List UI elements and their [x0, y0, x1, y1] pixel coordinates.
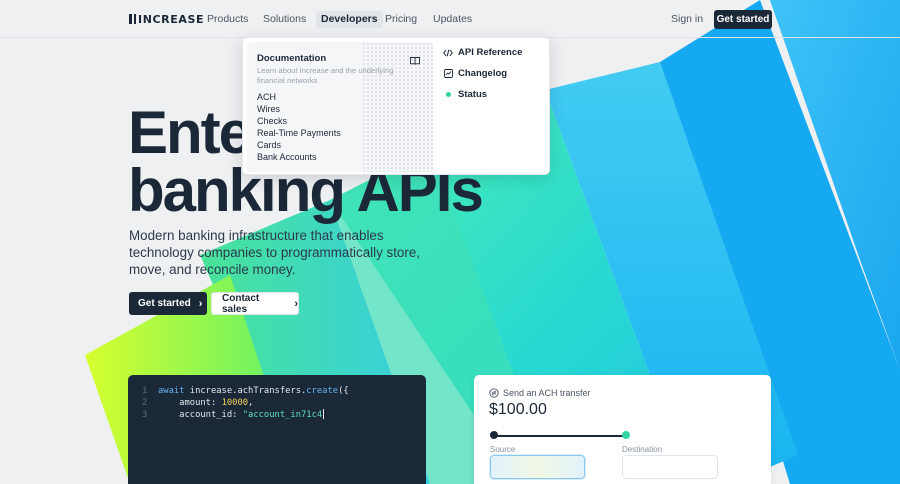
brand-logo[interactable]: INCREASE	[129, 12, 205, 26]
code-line: 3 account_id: "account_in71c4	[142, 409, 426, 421]
code-line: 1 await increase.achTransfers. create ({	[142, 385, 426, 397]
destination-label: Destination	[622, 445, 663, 454]
get-started-button[interactable]: Get started ›	[129, 292, 207, 315]
nav-item-solutions[interactable]: Solutions	[258, 11, 311, 28]
api-reference-link[interactable]: API Reference	[443, 47, 522, 58]
destination-account-field[interactable]	[622, 455, 718, 479]
code-punct: ,	[248, 398, 254, 408]
doc-link-cards[interactable]: Cards	[257, 139, 341, 151]
doc-link-real-time-payments[interactable]: Real-Time Payments	[257, 127, 341, 139]
sign-in-link[interactable]: Sign in	[671, 13, 703, 25]
doc-link-wires[interactable]: Wires	[257, 103, 341, 115]
status-link[interactable]: Status	[443, 89, 487, 100]
nav-get-started-button[interactable]: Get started	[714, 10, 772, 29]
chevron-right-icon: ›	[198, 297, 203, 310]
documentation-panel[interactable]: Documentation Learn about Increase and t…	[247, 42, 433, 172]
line-number: 2	[142, 398, 148, 408]
doc-link-ach[interactable]: ACH	[257, 91, 341, 103]
text-cursor	[323, 409, 325, 419]
destination-node	[622, 431, 630, 439]
changelog-icon	[443, 69, 453, 79]
nav-item-products[interactable]: Products	[202, 11, 253, 28]
get-started-label: Get started	[138, 298, 191, 309]
status-dot-icon	[446, 92, 451, 97]
changelog-link[interactable]: Changelog	[443, 68, 507, 79]
source-label: Source	[490, 445, 516, 454]
logo-text: INCREASE	[138, 12, 205, 26]
code-line: 2 amount: 10000 ,	[142, 397, 426, 409]
ach-transfer-card: Send an ACH transfer $100.00 Source Dest…	[474, 375, 771, 484]
doc-link-checks[interactable]: Checks	[257, 115, 341, 127]
nav-item-pricing[interactable]: Pricing	[380, 11, 422, 28]
code-key: account_id:	[158, 410, 243, 420]
transfer-icon	[489, 388, 499, 398]
doc-link-bank-accounts[interactable]: Bank Accounts	[257, 151, 341, 163]
contact-sales-label: Contact sales	[222, 292, 260, 315]
line-number: 3	[142, 410, 148, 420]
documentation-links: ACH Wires Checks Real-Time Payments Card…	[257, 91, 341, 163]
top-nav: INCREASE Products Solutions Developers P…	[0, 0, 900, 38]
code-string: "account_in71c4	[242, 410, 323, 420]
code-sample-card: 1 await increase.achTransfers. create ({…	[128, 375, 426, 484]
contact-sales-button[interactable]: Contact sales ›	[211, 292, 299, 315]
ach-transfer-label: Send an ACH transfer	[489, 388, 591, 398]
line-number: 1	[142, 386, 148, 396]
chevron-right-icon: ›	[294, 297, 298, 310]
source-account-field[interactable]	[490, 455, 585, 479]
developers-dropdown: Documentation Learn about Increase and t…	[242, 37, 550, 175]
ach-amount: $100.00	[489, 401, 547, 418]
code-keyword: await	[158, 386, 185, 396]
code-function: create	[306, 386, 339, 396]
logo-mark-icon	[129, 14, 136, 24]
changelog-label: Changelog	[458, 68, 508, 79]
transfer-path-line	[494, 435, 625, 437]
code-icon	[443, 48, 453, 58]
code-punct: ({	[338, 386, 349, 396]
code-key: amount:	[158, 398, 222, 408]
book-icon	[410, 57, 420, 65]
documentation-description: Learn about Increase and the underlying …	[257, 66, 394, 85]
hero-subtitle: Modern banking infrastructure that enabl…	[129, 228, 421, 277]
source-node	[490, 431, 498, 439]
ach-transfer-text: Send an ACH transfer	[503, 388, 591, 398]
api-reference-label: API Reference	[458, 47, 523, 58]
documentation-title: Documentation	[257, 53, 327, 64]
code-object: increase.achTransfers.	[184, 386, 307, 396]
nav-item-developers[interactable]: Developers	[316, 11, 383, 28]
dot-pattern	[362, 42, 433, 172]
status-label: Status	[458, 89, 488, 100]
nav-item-updates[interactable]: Updates	[428, 11, 477, 28]
code-number: 10000	[221, 398, 249, 408]
